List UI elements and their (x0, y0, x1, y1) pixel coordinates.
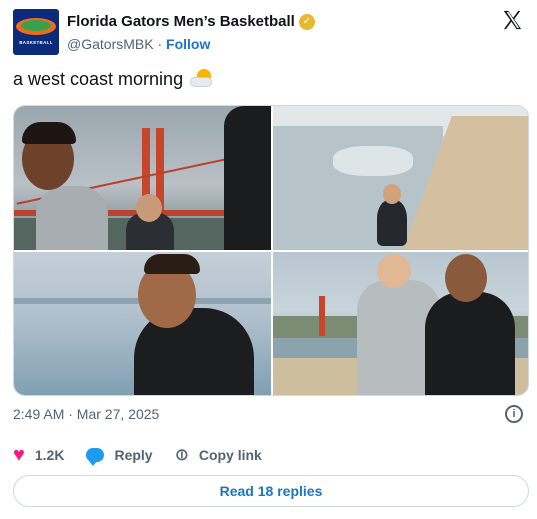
verified-badge-icon: ✓ (298, 13, 315, 30)
handle-row: @GatorsMBK · Follow (67, 36, 210, 52)
avatar-label: BASKETBALL (19, 40, 53, 45)
copy-link-button[interactable]: ⊘ Copy link (170, 443, 262, 467)
like-button[interactable]: ♥ 1.2K (13, 444, 65, 466)
photo-1[interactable] (14, 106, 271, 250)
follow-button[interactable]: Follow (166, 36, 210, 52)
gator-logo-detail (21, 20, 51, 31)
photo-3[interactable] (14, 252, 271, 395)
copy-link-label: Copy link (198, 447, 262, 463)
photo-4[interactable] (273, 252, 528, 395)
action-bar: ♥ 1.2K Reply ⊘ Copy link (13, 443, 284, 467)
tweet-timestamp[interactable]: 2:49 AM · Mar 27, 2025 (13, 406, 159, 422)
handle-separator: · (157, 36, 163, 52)
avatar[interactable]: BASKETBALL (13, 9, 59, 55)
tweet-text: a west coast morning (13, 68, 215, 90)
sun-behind-cloud-icon (189, 68, 215, 90)
reply-label: Reply (114, 447, 153, 463)
account-handle[interactable]: @GatorsMBK (67, 36, 154, 52)
media-grid (13, 105, 529, 396)
x-logo-icon[interactable] (501, 9, 523, 31)
tweet-body: a west coast morning (13, 68, 184, 89)
name-row: Florida Gators Men’s Basketball ✓ (67, 13, 315, 30)
like-count: 1.2K (34, 447, 65, 463)
read-replies-button[interactable]: Read 18 replies (13, 475, 529, 507)
info-icon[interactable]: i (505, 405, 523, 423)
photo-2[interactable] (273, 106, 528, 250)
timestamp-row: 2:49 AM · Mar 27, 2025 i (13, 405, 527, 424)
tweet-header: BASKETBALL Florida Gators Men’s Basketba… (13, 9, 527, 55)
display-name[interactable]: Florida Gators Men’s Basketball (67, 13, 295, 30)
heart-icon: ♥ (13, 444, 25, 466)
reply-bubble-icon (86, 448, 105, 466)
reply-button[interactable]: Reply (86, 447, 153, 466)
link-icon: ⊘ (169, 442, 194, 467)
